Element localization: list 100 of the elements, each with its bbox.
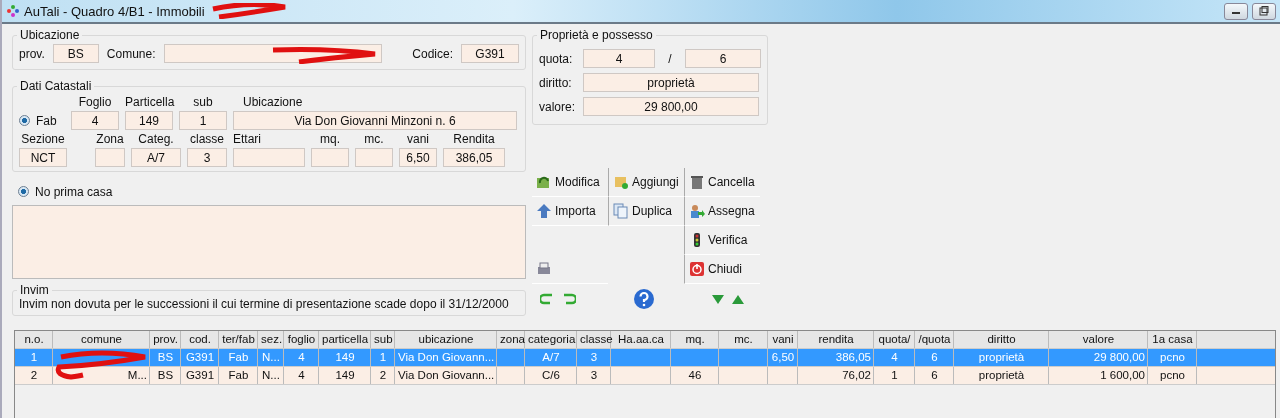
column-header[interactable]: cod. — [181, 331, 219, 348]
input-field[interactable] — [355, 148, 393, 167]
table-cell: 149 — [319, 349, 371, 366]
group-title: Proprietà e possesso — [539, 28, 654, 42]
valore-field[interactable]: 29 800,00 — [583, 97, 759, 116]
quota-field[interactable]: 4 — [583, 49, 655, 68]
radio-button[interactable] — [18, 186, 29, 197]
table-cell: 1 — [874, 367, 915, 384]
power-icon — [689, 261, 705, 277]
table-cell: 6 — [915, 349, 954, 366]
refresh-icon — [536, 174, 552, 190]
minimize-button[interactable] — [1224, 2, 1248, 20]
field-label: Sezione — [20, 132, 66, 148]
column-header[interactable]: diritto — [954, 331, 1049, 348]
field-label: Foglio — [77, 95, 113, 111]
up-arrow-icon[interactable] — [732, 294, 744, 304]
field-label: quota: — [539, 51, 574, 66]
column-header[interactable]: mc. — [719, 331, 768, 348]
column-header[interactable]: 1a casa — [1148, 331, 1197, 348]
field-label: Ettari — [233, 132, 262, 148]
cancella-button[interactable]: Cancella — [684, 168, 760, 197]
table-cell: 46 — [671, 367, 719, 384]
table-cell: 76,02 — [798, 367, 874, 384]
modifica-button[interactable]: Modifica — [532, 168, 608, 197]
input-field[interactable]: 149 — [125, 111, 173, 130]
diritto-field[interactable]: proprietà — [583, 73, 759, 92]
field-label: mq. — [319, 132, 341, 148]
table-row[interactable]: 2 M... BS G391 Fab N... 4 149 2 Via Don Giovann... C/6 3 46 76,02 1 6 proprietà 1 600,00 pcno — [15, 367, 1275, 385]
field-label: vani — [406, 132, 430, 148]
text-area[interactable] — [12, 205, 526, 279]
field-label: Zona — [95, 132, 125, 148]
column-header[interactable]: quota/ — [874, 331, 915, 348]
column-header[interactable]: valore — [1049, 331, 1148, 348]
table-cell: 386,05 — [798, 349, 874, 366]
input-field[interactable]: A/7 — [131, 148, 181, 167]
restore-icon — [1259, 6, 1269, 16]
codice-field[interactable]: G391 — [461, 44, 519, 63]
down-arrow-icon[interactable] — [712, 294, 724, 304]
importa-button[interactable]: Importa — [532, 197, 608, 226]
table-cell: Via Don Giovann... — [395, 367, 497, 384]
prov-field[interactable]: BS — [52, 44, 99, 63]
column-header[interactable]: zona — [497, 331, 525, 348]
column-header[interactable]: vani — [768, 331, 798, 348]
input-field[interactable]: 6,50 — [399, 148, 437, 167]
column-header[interactable]: categoria — [525, 331, 577, 348]
help-icon[interactable] — [633, 288, 655, 310]
radio-button[interactable] — [19, 115, 30, 126]
table-cell: Fab — [219, 367, 258, 384]
table-cell: proprietà — [954, 367, 1049, 384]
table-cell: Via Don Giovann... — [395, 349, 497, 366]
group-title: Ubicazione — [19, 28, 81, 42]
table-cell: 1 — [15, 349, 53, 366]
assegna-button[interactable]: Assegna — [684, 197, 760, 226]
input-field[interactable] — [233, 148, 305, 167]
column-header[interactable]: rendita — [798, 331, 874, 348]
column-header[interactable]: ter/fab — [219, 331, 258, 348]
column-header[interactable]: particella — [319, 331, 371, 348]
column-header[interactable]: sub — [371, 331, 395, 348]
table-cell: proprietà — [954, 349, 1049, 366]
column-header[interactable]: n.o. — [15, 331, 53, 348]
column-header[interactable]: ubicazione — [395, 331, 497, 348]
input-field[interactable]: 3 — [187, 148, 227, 167]
quota-field[interactable]: 6 — [685, 49, 761, 68]
group-title: Invim — [19, 283, 50, 297]
field-label: prov. — [19, 46, 45, 61]
copy-icon — [613, 203, 629, 219]
input-field[interactable] — [311, 148, 349, 167]
table-cell: C/6 — [525, 367, 577, 384]
table-cell: pcno — [1148, 349, 1197, 366]
redo-icon[interactable] — [562, 293, 576, 305]
field-label: diritto: — [539, 75, 573, 90]
undo-icon[interactable] — [540, 293, 554, 305]
input-field[interactable]: 4 — [71, 111, 119, 130]
column-header[interactable]: /quota — [915, 331, 954, 348]
chiudi-button[interactable]: Chiudi — [684, 255, 760, 284]
verifica-button[interactable]: Verifica — [684, 226, 760, 255]
column-header[interactable]: foglio — [284, 331, 319, 348]
table-cell: A/7 — [525, 349, 577, 366]
duplica-button[interactable]: Duplica — [608, 197, 684, 226]
column-header[interactable]: sez. — [258, 331, 284, 348]
aggiungi-button[interactable]: Aggiungi — [608, 168, 684, 197]
input-field[interactable]: NCT — [19, 148, 67, 167]
slash-text: / — [667, 51, 673, 66]
restore-button[interactable] — [1252, 2, 1276, 20]
table-cell: 4 — [284, 367, 319, 384]
field-label: sub — [192, 95, 214, 111]
column-header[interactable]: classe — [577, 331, 611, 348]
input-field[interactable] — [95, 148, 125, 167]
input-field[interactable]: 386,05 — [443, 148, 505, 167]
input-field[interactable]: 1 — [179, 111, 227, 130]
field-label: Codice: — [412, 46, 453, 61]
column-header[interactable]: mq. — [671, 331, 719, 348]
group-title: Dati Catastali — [19, 79, 93, 93]
column-header[interactable]: comune — [53, 331, 150, 348]
field-label: valore: — [539, 99, 577, 114]
column-header[interactable]: prov. — [150, 331, 181, 348]
column-header[interactable]: Ha.aa.ca — [611, 331, 671, 348]
trash-icon — [689, 174, 705, 190]
input-field[interactable]: Via Don Giovanni Minzoni n. 6 — [233, 111, 517, 130]
user-icon — [689, 203, 705, 219]
